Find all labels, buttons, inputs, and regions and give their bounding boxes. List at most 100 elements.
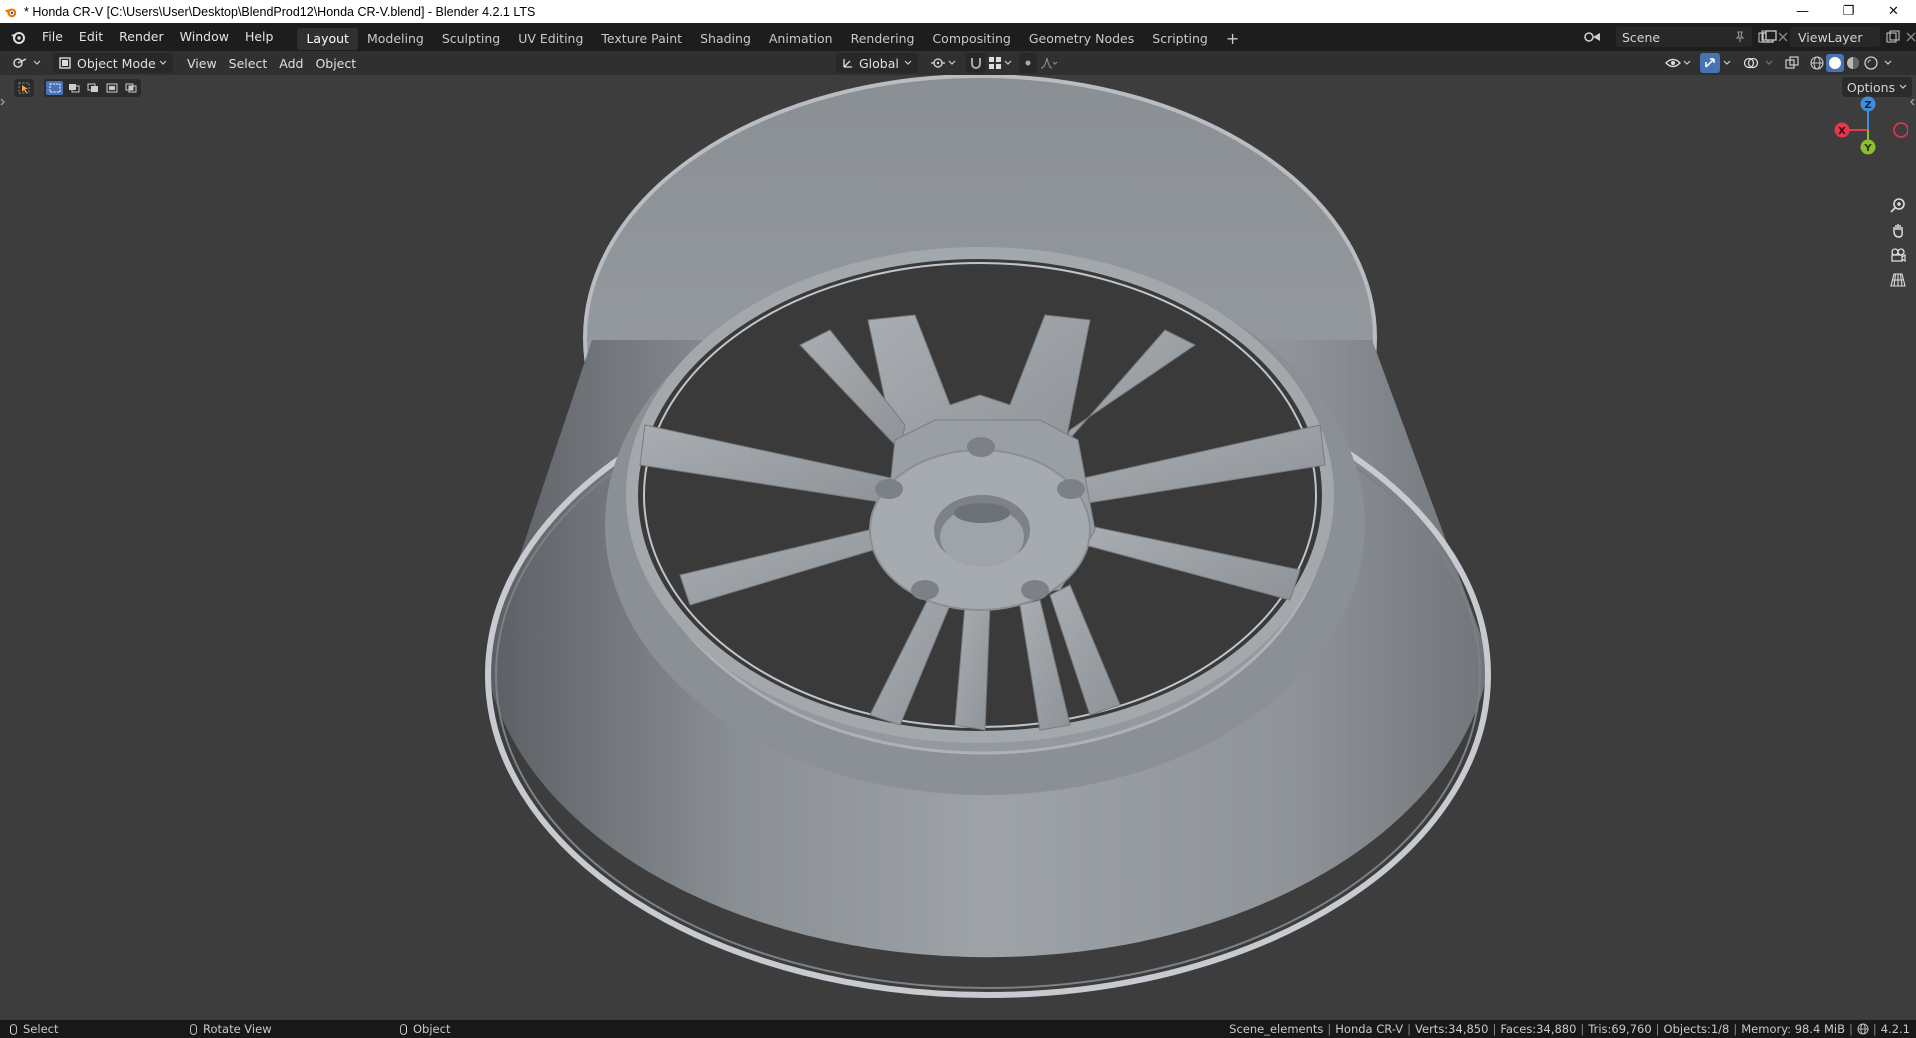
snap-target-dropdown[interactable]: [986, 53, 1015, 73]
pivot-icon: [930, 56, 946, 70]
3d-viewport-icon: [12, 56, 30, 70]
xray-icon: [1785, 56, 1799, 70]
gizmo-icon: [1703, 56, 1717, 70]
rendered-shading-icon[interactable]: [1862, 54, 1880, 72]
status-left-click-label: Select: [23, 1022, 59, 1036]
tab-layout[interactable]: Layout: [297, 28, 358, 50]
tab-animation[interactable]: Animation: [760, 28, 842, 50]
scene-icon: [1584, 30, 1602, 44]
pin-icon[interactable]: [1734, 31, 1746, 43]
tab-modeling[interactable]: Modeling: [358, 28, 433, 50]
wheel-model-render[interactable]: [0, 75, 1916, 1020]
network-globe-icon[interactable]: [1857, 1023, 1869, 1035]
stat-objects: Objects:1/8: [1663, 1022, 1730, 1036]
stat-memory: Memory: 98.4 MiB: [1741, 1022, 1845, 1036]
status-right-click-label: Object: [413, 1022, 451, 1036]
grid-snap-icon: [989, 57, 1001, 69]
tab-compositing[interactable]: Compositing: [923, 28, 1019, 50]
orientation-icon: [842, 57, 854, 69]
3d-viewport[interactable]: Options Z X Y: [0, 75, 1916, 1020]
window-title: * Honda CR-V [C:\Users\User\Desktop\Blen…: [24, 4, 536, 19]
perspective-toggle-icon[interactable]: [1886, 268, 1910, 292]
tab-geometry-nodes[interactable]: Geometry Nodes: [1020, 28, 1143, 50]
material-preview-icon[interactable]: [1844, 54, 1862, 72]
mouse-right-icon: [400, 1023, 407, 1035]
mode-dropdown[interactable]: Object Mode: [53, 53, 173, 73]
minimize-button[interactable]: —: [1780, 0, 1825, 23]
camera-view-icon[interactable]: [1886, 243, 1910, 267]
proportional-edit-icon: [1022, 57, 1034, 69]
chevron-down-icon: [1004, 60, 1012, 66]
scene-name[interactable]: Scene: [1622, 30, 1660, 45]
gizmo-y-label: Y: [1863, 143, 1872, 154]
chevron-down-icon[interactable]: [1884, 60, 1892, 66]
tab-shading[interactable]: Shading: [691, 28, 760, 50]
menu-help[interactable]: Help: [237, 23, 282, 51]
stat-collection: Scene_elements: [1229, 1022, 1324, 1036]
stat-tris: Tris:69,760: [1588, 1022, 1652, 1036]
transform-orientation-label: Global: [859, 55, 899, 71]
chevron-down-icon: [948, 60, 956, 66]
viewport-header: Object Mode View Select Add Object Globa…: [0, 51, 1916, 75]
navigation-gizmo[interactable]: Z X Y: [1828, 95, 1908, 165]
menu-file[interactable]: File: [34, 23, 71, 51]
wireframe-shading-icon[interactable]: [1808, 54, 1826, 72]
menu-select[interactable]: Select: [223, 53, 274, 73]
overlays-toggle[interactable]: [1740, 53, 1762, 73]
new-view-layer-icon[interactable]: [1886, 30, 1900, 44]
chevron-down-icon: [1765, 60, 1773, 66]
chevron-down-icon: [33, 60, 41, 66]
stat-version: 4.2.1: [1880, 1022, 1910, 1036]
selectability-dropdown[interactable]: [1662, 53, 1694, 73]
zoom-icon[interactable]: [1886, 193, 1910, 217]
chevron-down-icon: [904, 60, 912, 66]
add-workspace-button[interactable]: +: [1217, 28, 1248, 50]
restore-button[interactable]: ❐: [1826, 0, 1871, 23]
menu-view[interactable]: View: [181, 53, 223, 73]
overlays-dropdown[interactable]: [1762, 53, 1776, 73]
eye-icon: [1665, 57, 1681, 69]
chevron-down-icon: [1683, 60, 1691, 66]
overlays-icon: [1743, 56, 1759, 70]
status-middle-click-label: Rotate View: [203, 1022, 272, 1036]
tab-scripting[interactable]: Scripting: [1143, 28, 1217, 50]
magnet-icon: [969, 56, 983, 70]
editor-type-button[interactable]: [6, 53, 47, 73]
snap-toggle[interactable]: [966, 53, 986, 73]
tab-sculpting[interactable]: Sculpting: [433, 28, 509, 50]
view-layer-name[interactable]: ViewLayer: [1798, 30, 1863, 45]
transform-orientation-dropdown[interactable]: Global: [836, 53, 918, 73]
pivot-point-dropdown[interactable]: [924, 53, 962, 73]
falloff-dropdown[interactable]: [1037, 53, 1061, 73]
menu-object[interactable]: Object: [309, 53, 362, 73]
view-layer-icon: [1762, 30, 1780, 44]
stat-faces: Faces:34,880: [1500, 1022, 1577, 1036]
status-left-click: Select: [10, 1022, 180, 1036]
view-layer-selector[interactable]: ViewLayer: [1762, 26, 1916, 48]
mode-label: Object Mode: [77, 55, 156, 71]
blender-menu-icon[interactable]: [10, 29, 26, 45]
gizmo-dropdown[interactable]: [1720, 53, 1734, 73]
mouse-left-icon: [10, 1023, 17, 1035]
tab-texture-paint[interactable]: Texture Paint: [592, 28, 691, 50]
menu-window[interactable]: Window: [172, 23, 237, 51]
solid-shading-icon[interactable]: [1826, 54, 1844, 72]
close-button[interactable]: ✕: [1871, 0, 1916, 23]
window-titlebar: * Honda CR-V [C:\Users\User\Desktop\Blen…: [0, 0, 1916, 23]
chevron-down-icon: [1723, 60, 1731, 66]
proportional-edit-toggle[interactable]: [1019, 53, 1037, 73]
status-right-click: Object: [400, 1022, 450, 1036]
stat-object: Honda CR-V: [1335, 1022, 1404, 1036]
tab-uv-editing[interactable]: UV Editing: [509, 28, 592, 50]
gizmo-x-label: X: [1838, 126, 1846, 137]
menu-add[interactable]: Add: [273, 53, 309, 73]
scene-selector[interactable]: Scene: [1584, 26, 1788, 48]
xray-toggle[interactable]: [1782, 53, 1802, 73]
gizmo-toggle[interactable]: [1700, 53, 1720, 73]
delete-view-layer-icon[interactable]: [1906, 32, 1916, 42]
pan-hand-icon[interactable]: [1886, 218, 1910, 242]
menu-render[interactable]: Render: [111, 23, 172, 51]
stat-verts: Verts:34,850: [1415, 1022, 1489, 1036]
menu-edit[interactable]: Edit: [71, 23, 111, 51]
tab-rendering[interactable]: Rendering: [842, 28, 924, 50]
